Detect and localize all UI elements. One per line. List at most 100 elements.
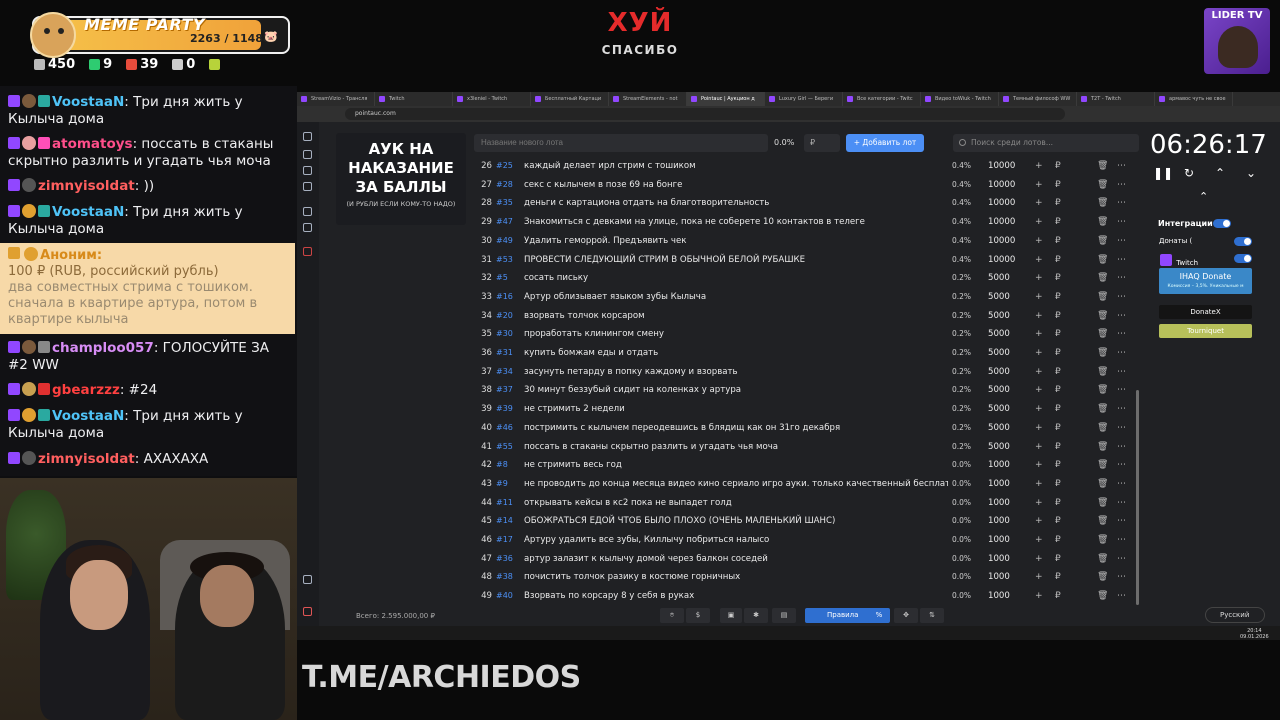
donatex-button[interactable]: DonateX [1159,305,1252,319]
lot-row[interactable]: 33 #16 Артур облизывает языком зубы Кылыча… [470,288,1138,307]
lot-name[interactable]: Знакомиться с девками на улице, пока не … [524,213,948,232]
chat-username[interactable]: champloo057 [52,340,154,356]
add-points-icon[interactable]: + [1035,400,1043,419]
new-lot-input[interactable] [474,134,768,152]
chevron-up-icon[interactable]: ⌃ [1215,166,1225,180]
lot-name[interactable]: Артур облизывает языком зубы Кылыча [524,288,948,307]
more-icon[interactable]: ⋯ [1117,307,1126,326]
screen-icon[interactable]: ▣ [720,608,742,623]
chat-username[interactable]: zimnyisoldat [38,451,135,467]
add-points-icon[interactable]: + [1035,363,1043,382]
lot-row[interactable]: 46 #17 Артуру удалить все зубы, Киллычу по… [470,531,1138,550]
scrollbar[interactable] [1136,390,1139,605]
logout-icon[interactable] [303,247,312,256]
more-icon[interactable]: ⋯ [1117,568,1126,587]
telegram-icon[interactable] [303,575,312,584]
browser-tab[interactable]: Все категории - Twitc [843,92,921,106]
chat-username[interactable]: atomatoys [52,136,133,152]
add-points-icon[interactable]: + [1035,550,1043,569]
add-points-icon[interactable]: + [1035,325,1043,344]
delete-icon[interactable]: 🗑 [1097,288,1108,307]
chart-icon[interactable] [303,166,312,175]
percent-icon[interactable]: % [868,608,890,623]
delete-icon[interactable]: 🗑 [1097,419,1108,438]
add-points-icon[interactable]: + [1035,438,1043,457]
bug-icon[interactable]: ✱ [744,608,768,623]
add-points-icon[interactable]: + [1035,176,1043,195]
lot-name[interactable]: не стримить весь год [524,456,948,475]
lot-row[interactable]: 34 #20 взорвать толчок корсаром 0.2% 5000 + ₽ 🗑… [470,307,1138,326]
lot-name[interactable]: не проводить до конца месяца видео кино … [524,475,948,494]
add-points-icon[interactable]: + [1035,251,1043,270]
add-points-icon[interactable]: + [1035,288,1043,307]
currency-icon[interactable]: ₽ [1055,494,1061,513]
add-points-icon[interactable]: + [1035,194,1043,213]
browser-tab[interactable]: x3leniel - Twitch [453,92,531,106]
more-icon[interactable]: ⋯ [1117,269,1126,288]
lot-name[interactable]: купить бомжам еды и отдать [524,344,948,363]
browser-tab[interactable]: StreamElements - not [609,92,687,106]
layout-icon[interactable]: ▤ [772,608,796,623]
add-points-icon[interactable]: + [1035,213,1043,232]
lot-row[interactable]: 31 #53 ПРОВЕСТИ СЛЕДУЮЩИЙ СТРИМ В ОБЫЧНОЙ … [470,251,1138,270]
lot-name[interactable]: 30 минут беззубый сидит на коленках у ар… [524,381,948,400]
chat-username[interactable]: zimnyisoldat [38,178,135,194]
currency-icon[interactable]: ₽ [1055,344,1061,363]
lot-name[interactable]: ОБОЖРАТЬСЯ ЕДОЙ ЧТОБ БЫЛО ПЛОХО (ОЧЕНЬ М… [524,512,948,531]
more-icon[interactable]: ⋯ [1117,456,1126,475]
collapse-icon[interactable]: ⌃ [1199,190,1208,203]
delete-icon[interactable]: 🗑 [1097,157,1108,176]
chat-username[interactable]: VoostaaN [52,408,124,424]
delete-icon[interactable]: 🗑 [1097,494,1108,513]
add-points-icon[interactable]: + [1035,269,1043,288]
browser-tab[interactable]: Бесплатный Картаци [531,92,609,106]
twitch-toggle[interactable] [1234,254,1252,263]
browser-tab[interactable]: Luxury Girl — Береги [765,92,843,106]
chevron-down-icon[interactable]: ⌄ [1246,166,1256,180]
delete-icon[interactable]: 🗑 [1097,512,1108,531]
browser-tab[interactable]: Темный философ WW [999,92,1077,106]
add-points-icon[interactable]: + [1035,512,1043,531]
delete-icon[interactable]: 🗑 [1097,550,1108,569]
currency-icon[interactable]: ₽ [1055,419,1061,438]
lot-row[interactable]: 41 #55 поссать в стаканы скрытно разлить и… [470,438,1138,457]
add-points-icon[interactable]: + [1035,494,1043,513]
delete-icon[interactable]: 🗑 [1097,251,1108,270]
more-icon[interactable]: ⋯ [1117,344,1126,363]
chat-username[interactable]: VoostaaN [52,94,124,110]
gear-icon[interactable] [303,150,312,159]
browser-tab[interactable]: Twitch [375,92,453,106]
lot-row[interactable]: 32 #5 сосать письку 0.2% 5000 + ₽ 🗑 ⋯ [470,269,1138,288]
lot-row[interactable]: 43 #9 не проводить до конца месяца видео к… [470,475,1138,494]
lot-row[interactable]: 38 #37 30 минут беззубый сидит на коленках… [470,381,1138,400]
add-points-icon[interactable]: + [1035,232,1043,251]
delete-icon[interactable]: 🗑 [1097,531,1108,550]
more-icon[interactable]: ⋯ [1117,251,1126,270]
more-icon[interactable]: ⋯ [1117,213,1126,232]
add-points-icon[interactable]: + [1035,307,1043,326]
delete-icon[interactable]: 🗑 [1097,400,1108,419]
currency-icon[interactable]: ₽ [1055,176,1061,195]
browser-tab[interactable]: Видео toWiuk - Twitch [921,92,999,106]
lot-row[interactable]: 49 #40 Взорвать по корсару 8 у себя в рука… [470,587,1138,606]
add-points-icon[interactable]: + [1035,456,1043,475]
lot-row[interactable]: 27 #28 секс с кылычем в позе 69 на бонге 0.… [470,176,1138,195]
browser-tab[interactable]: Pointauc | Аукцион д [687,92,765,106]
lot-row[interactable]: 40 #46 постримить с кылычем переодевшись в… [470,419,1138,438]
delete-icon[interactable]: 🗑 [1097,587,1108,606]
delete-icon[interactable]: 🗑 [1097,194,1108,213]
delete-icon[interactable]: 🗑 [1097,307,1108,326]
more-icon[interactable]: ⋯ [1117,550,1126,569]
lot-row[interactable]: 30 #49 Удалить геморрой. Предъявить чек 0.4… [470,232,1138,251]
delete-icon[interactable]: 🗑 [1097,438,1108,457]
more-icon[interactable]: ⋯ [1117,288,1126,307]
currency-icon[interactable]: ₽ [1055,363,1061,382]
history-icon[interactable] [303,182,312,191]
add-points-icon[interactable]: + [1035,568,1043,587]
lot-row[interactable]: 45 #14 ОБОЖРАТЬСЯ ЕДОЙ ЧТОБ БЫЛО ПЛОХО (ОЧ… [470,512,1138,531]
lot-name[interactable]: секс с кылычем в позе 69 на бонге [524,176,948,195]
lot-row[interactable]: 48 #38 почистить толчок разику в костюме г… [470,568,1138,587]
currency-icon[interactable]: ₽ [1055,475,1061,494]
currency-icon[interactable]: ₽ [1055,269,1061,288]
amount-input[interactable]: ₽ [804,134,840,152]
